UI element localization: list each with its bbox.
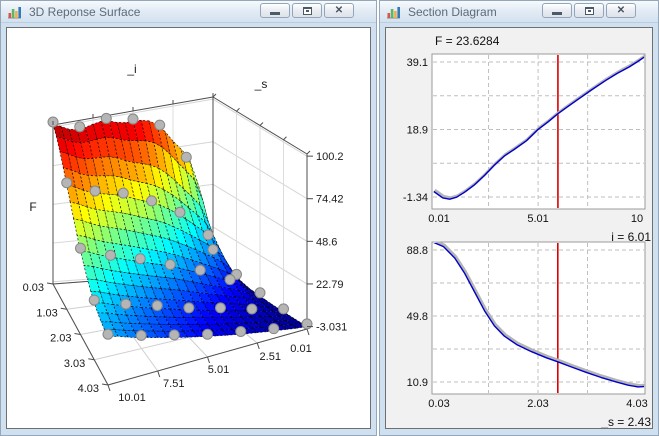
svg-text:10: 10 [631,213,643,225]
svg-text:4.03: 4.03 [78,383,99,395]
titlebar-section-diagram[interactable]: Section Diagram ✕ [380,1,658,23]
svg-text:7.51: 7.51 [163,378,184,390]
window-title: 3D Reponse Surface [29,4,141,19]
titlebar-3d-response-surface[interactable]: 3D Reponse Surface ✕ [1,1,376,23]
minimize-button[interactable] [260,3,290,18]
close-button[interactable]: ✕ [606,3,636,18]
svg-text:4.03: 4.03 [626,398,647,410]
maximize-button[interactable] [574,3,604,18]
svg-text:74.42: 74.42 [316,194,344,206]
chart-icon [8,6,21,18]
window-3d-response-surface: 3D Reponse Surface ✕ -3.031 22.79 48.6 74.4… [0,0,377,436]
close-icon: ✕ [334,4,344,16]
window-section-diagram: Section Diagram ✕ 39.1 18.9 -1.34 0.01 5.01 1… [379,0,659,436]
svg-text:-3.031: -3.031 [316,322,347,334]
maximize-button[interactable] [292,3,322,18]
svg-text:39.1: 39.1 [407,57,428,69]
svg-text:5.01: 5.01 [527,213,548,225]
svg-text:0.03: 0.03 [23,282,44,294]
mdi-workspace: 3D Reponse Surface ✕ -3.031 22.79 48.6 74.4… [0,0,659,436]
response-surface-3d-plot[interactable]: -3.031 22.79 48.6 74.42 100.2 10.01 7.51 5.01 2.… [7,28,371,429]
section-plots[interactable]: 39.118.9-1.340.01 5.01 10F = 23.6284_i = 6… [386,28,653,428]
chart-icon [387,6,400,18]
minimize-button[interactable] [542,3,572,18]
maximize-icon [302,6,312,15]
svg-text:0.01: 0.01 [428,213,449,225]
window-title: Section Diagram [408,4,497,19]
svg-text:2.51: 2.51 [260,351,281,363]
svg-text:100.2: 100.2 [316,151,344,163]
svg-text:10.9: 10.9 [407,377,428,389]
svg-text:2.03: 2.03 [50,333,71,345]
svg-text:_s: _s [254,77,268,91]
svg-text:_i: _i [126,62,136,76]
minimize-icon [552,11,562,15]
svg-text:0.01: 0.01 [290,343,311,355]
svg-text:_s = 2.43: _s = 2.43 [600,415,651,428]
svg-text:1.03: 1.03 [36,307,57,319]
svg-text:3.03: 3.03 [64,358,85,370]
close-button[interactable]: ✕ [324,3,354,18]
svg-text:22.79: 22.79 [316,279,344,291]
svg-text:18.9: 18.9 [407,124,428,136]
svg-text:88.8: 88.8 [407,245,428,257]
surface-plot-client: -3.031 22.79 48.6 74.42 100.2 10.01 7.51 5.01 2.… [6,27,371,429]
svg-text:48.6: 48.6 [316,236,337,248]
svg-text:10.01: 10.01 [118,392,146,404]
svg-text:2.03: 2.03 [527,398,548,410]
minimize-icon [270,11,280,15]
svg-text:5.01: 5.01 [208,364,229,376]
close-icon: ✕ [616,4,626,16]
section-diagram-client: 39.1 18.9 -1.34 0.01 5.01 10 F = 23.6284 _i = 6… [385,27,653,429]
svg-text:0.03: 0.03 [428,398,449,410]
maximize-icon [584,6,594,15]
svg-text:-1.34: -1.34 [403,192,428,204]
svg-text:F = 23.6284: F = 23.6284 [435,34,500,48]
svg-text:49.8: 49.8 [407,311,428,323]
svg-text:F: F [29,200,36,214]
